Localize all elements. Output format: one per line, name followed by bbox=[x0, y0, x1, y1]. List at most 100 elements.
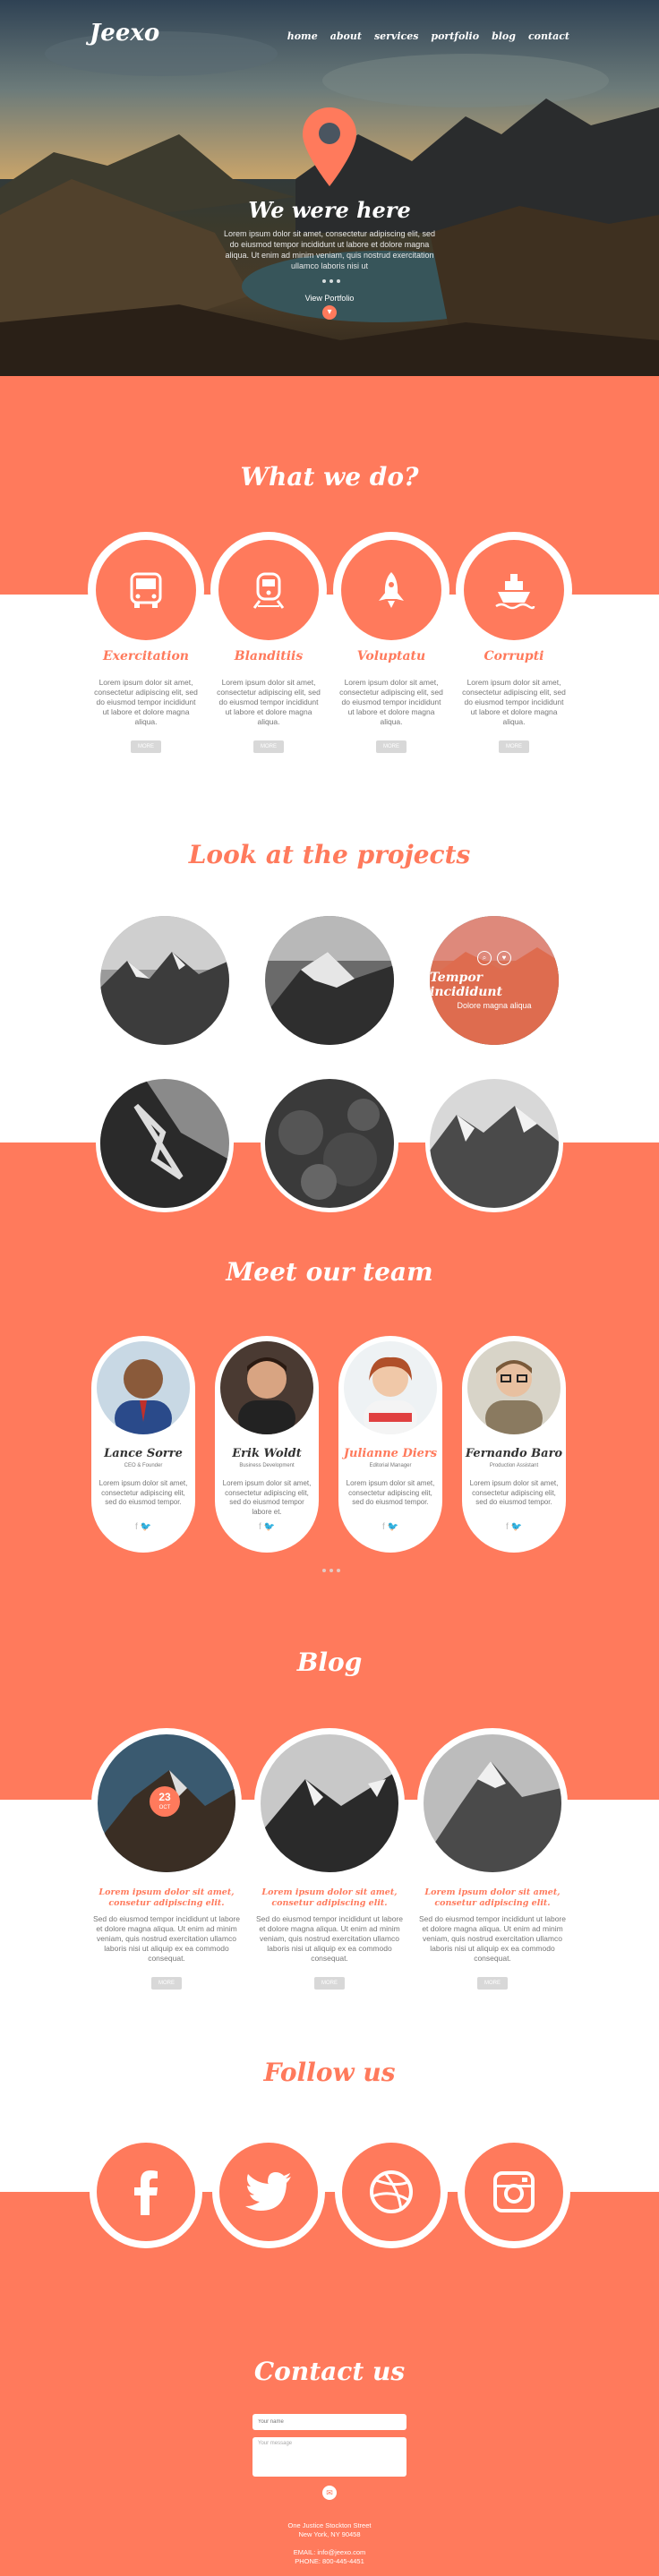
team-name: Lance Sorre bbox=[104, 1447, 183, 1460]
team-social: f 🐦 bbox=[215, 1522, 319, 1532]
blog-post-image-3[interactable] bbox=[417, 1728, 568, 1879]
twitter-icon[interactable]: 🐦 bbox=[141, 1522, 151, 1532]
send-button[interactable]: ✉ bbox=[322, 2486, 337, 2500]
team-text: Lorem ipsum dolor sit amet, consectetur … bbox=[469, 1479, 559, 1506]
service-text-1: Lorem ipsum dolor sit amet, consectetur … bbox=[94, 678, 198, 726]
project-item-5[interactable] bbox=[261, 1074, 398, 1212]
service-text-4: Lorem ipsum dolor sit amet, consectetur … bbox=[462, 678, 566, 726]
service-text-3: Lorem ipsum dolor sit amet, consectetur … bbox=[339, 678, 443, 726]
nav-home[interactable]: home bbox=[287, 30, 318, 42]
team-text: Lorem ipsum dolor sit amet, consectetur … bbox=[346, 1479, 435, 1506]
project-image-6 bbox=[430, 1079, 559, 1208]
avatar bbox=[344, 1341, 437, 1434]
facebook-icon[interactable]: f bbox=[506, 1522, 509, 1532]
facebook-icon bbox=[134, 2170, 158, 2215]
blog-more-button-3[interactable]: MORE bbox=[477, 1977, 508, 1990]
project-item-1[interactable] bbox=[96, 911, 234, 1049]
team-name: Erik Woldt bbox=[232, 1447, 302, 1460]
projects-title: Look at the projects bbox=[188, 840, 471, 869]
service-title-4: Corrupti bbox=[484, 649, 544, 663]
project-image-2 bbox=[265, 916, 394, 1045]
service-more-button-3[interactable]: MORE bbox=[376, 740, 407, 753]
project-item-3[interactable]: ⌕ ♥ Tempor incididunt Dolore magna aliqua bbox=[425, 911, 563, 1049]
project-hover-overlay[interactable]: ⌕ ♥ Tempor incididunt Dolore magna aliqua bbox=[430, 916, 559, 1045]
team-title: Meet our team bbox=[226, 1257, 433, 1287]
follow-instagram[interactable] bbox=[458, 2135, 570, 2248]
blog-post-text-1: Sed do eiusmod tempor incididunt ut labo… bbox=[93, 1914, 240, 1963]
blog-post-title-2[interactable]: Lorem ipsum dolor sit amet, consetur adi… bbox=[253, 1887, 406, 1909]
scroll-down-icon[interactable]: ▾ bbox=[322, 305, 337, 320]
team-text: Lorem ipsum dolor sit amet, consectetur … bbox=[98, 1479, 188, 1506]
blog-post-title-1[interactable]: Lorem ipsum dolor sit amet, consetur adi… bbox=[90, 1887, 243, 1909]
follow-facebook[interactable] bbox=[90, 2135, 202, 2248]
zoom-icon[interactable]: ⌕ bbox=[477, 951, 492, 965]
contact-email[interactable]: EMAIL: info@jeexo.com bbox=[0, 2548, 659, 2557]
blog-more-button-1[interactable]: MORE bbox=[151, 1977, 182, 1990]
facebook-icon[interactable]: f bbox=[135, 1522, 138, 1532]
team-social: f 🐦 bbox=[338, 1522, 442, 1532]
blog-title: Blog bbox=[296, 1647, 363, 1677]
logo[interactable]: Jeexo bbox=[90, 20, 159, 47]
hero-text: Lorem ipsum dolor sit amet, consectetur … bbox=[223, 229, 436, 270]
project-item-6[interactable] bbox=[425, 1074, 563, 1212]
blog-post-image-1[interactable]: 23 OCT bbox=[91, 1728, 242, 1879]
team-role: CEO & Founder bbox=[124, 1463, 163, 1468]
nav-portfolio[interactable]: portfolio bbox=[431, 30, 479, 42]
follow-dribbble[interactable] bbox=[335, 2135, 448, 2248]
nav-about[interactable]: about bbox=[330, 30, 362, 42]
contact-phone: PHONE: 800-445-4451 bbox=[295, 2557, 364, 2565]
project-overlay-title: Tempor incididunt bbox=[430, 971, 503, 999]
blog-post-title-3[interactable]: Lorem ipsum dolor sit amet, consetur adi… bbox=[416, 1887, 569, 1909]
follow-twitter[interactable] bbox=[212, 2135, 325, 2248]
team-role: Business Development bbox=[239, 1463, 295, 1468]
team-social: f 🐦 bbox=[462, 1522, 566, 1532]
address-line-1: One Justice Stockton Street bbox=[287, 2521, 372, 2529]
contact-title: Contact us bbox=[253, 2357, 406, 2386]
service-title-3: Voluptatu bbox=[356, 649, 426, 663]
view-portfolio-link[interactable]: View Portfolio bbox=[0, 294, 659, 303]
hero-slider-dots[interactable] bbox=[322, 279, 340, 283]
blog-post-image-2[interactable] bbox=[254, 1728, 405, 1879]
service-more-button-4[interactable]: MORE bbox=[499, 740, 529, 753]
project-image-1 bbox=[100, 916, 229, 1045]
nav-services[interactable]: services bbox=[374, 30, 418, 42]
name-input[interactable] bbox=[252, 2414, 407, 2430]
heart-icon[interactable]: ♥ bbox=[497, 951, 511, 965]
twitter-icon[interactable]: 🐦 bbox=[388, 1522, 398, 1532]
service-text-2: Lorem ipsum dolor sit amet, consectetur … bbox=[217, 678, 321, 726]
twitter-icon[interactable]: 🐦 bbox=[511, 1522, 522, 1532]
address-line-2: New York, NY 90458 bbox=[298, 2530, 361, 2538]
team-card-3: Julianne Diers Editorial Manager Lorem i… bbox=[335, 1332, 446, 1556]
service-circle-2[interactable] bbox=[210, 532, 327, 648]
service-circle-4[interactable] bbox=[456, 532, 572, 648]
service-more-button-1[interactable]: MORE bbox=[131, 740, 161, 753]
avatar bbox=[467, 1341, 561, 1434]
team-card-1: Lance Sorre CEO & Founder Lorem ipsum do… bbox=[88, 1332, 199, 1556]
project-item-2[interactable] bbox=[261, 911, 398, 1049]
facebook-icon[interactable]: f bbox=[259, 1522, 261, 1532]
facebook-icon[interactable]: f bbox=[382, 1522, 385, 1532]
blog-post-text-3: Sed do eiusmod tempor incididunt ut labo… bbox=[419, 1914, 566, 1963]
service-circle-3[interactable] bbox=[333, 532, 449, 648]
message-input[interactable]: Your message bbox=[252, 2437, 407, 2477]
blog-more-button-2[interactable]: MORE bbox=[314, 1977, 345, 1990]
blog-date-badge: 23 OCT bbox=[150, 1786, 180, 1817]
hero-section: Jeexo home about services portfolio blog… bbox=[0, 0, 659, 376]
hero-title: We were here bbox=[248, 197, 411, 223]
dribbble-icon bbox=[370, 2170, 413, 2213]
project-overlay-subtitle: Dolore magna aliqua bbox=[457, 1001, 532, 1010]
train-icon bbox=[252, 572, 285, 609]
twitter-icon[interactable]: 🐦 bbox=[264, 1522, 275, 1532]
nav-blog[interactable]: blog bbox=[492, 30, 516, 42]
avatar bbox=[97, 1341, 190, 1434]
project-item-4[interactable] bbox=[96, 1074, 234, 1212]
twitter-icon bbox=[245, 2172, 291, 2211]
team-card-4: Fernando Baro Production Assistant Lorem… bbox=[458, 1332, 569, 1556]
bus-icon bbox=[130, 572, 162, 608]
service-more-button-2[interactable]: MORE bbox=[253, 740, 284, 753]
follow-title: Follow us bbox=[263, 2058, 396, 2087]
project-image-5 bbox=[265, 1079, 394, 1208]
nav-contact[interactable]: contact bbox=[528, 30, 569, 42]
team-role: Editorial Manager bbox=[369, 1463, 412, 1468]
service-circle-1[interactable] bbox=[88, 532, 204, 648]
